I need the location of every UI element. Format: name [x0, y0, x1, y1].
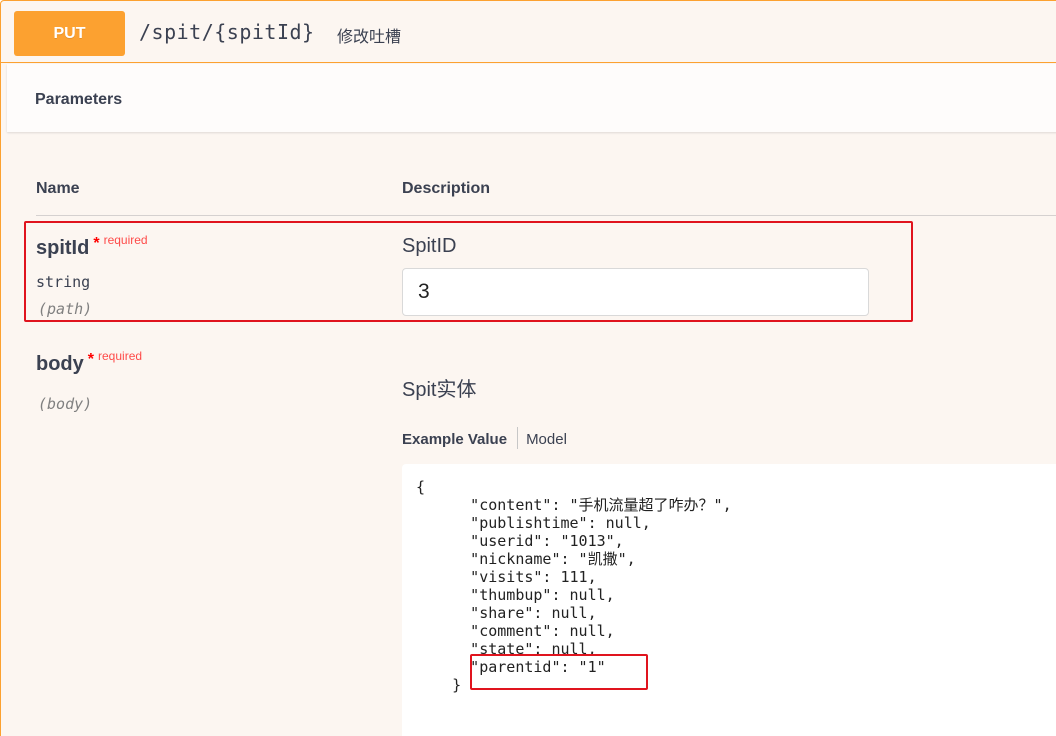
required-star: *: [87, 351, 95, 368]
column-header-name: Name: [36, 180, 80, 197]
put-operation-block: PUT /spit/{spitId} 修改吐槽 Parameters Name …: [0, 0, 1056, 736]
tab-separator: [517, 427, 519, 449]
example-json-line: "thumbup": null,: [416, 586, 615, 604]
param-name-text: body: [36, 353, 84, 375]
operation-summary-text: 修改吐槽: [337, 27, 402, 46]
example-json-line: {: [416, 478, 426, 496]
body-tabs: Example Value Model: [402, 427, 567, 449]
tab-model[interactable]: Model: [526, 431, 567, 448]
example-json-line: "content": "手机流量超了咋办？",: [416, 496, 732, 514]
param-in-body: (body): [38, 395, 93, 413]
param-name-body: body * required: [36, 349, 142, 376]
example-value-box[interactable]: { "content": "手机流量超了咋办？", "publishtime":…: [402, 464, 1056, 736]
header-divider: [36, 215, 1056, 216]
highlight-box-spitid: [24, 221, 913, 322]
example-json-line: "comment": null,: [416, 622, 615, 640]
example-json-line: "visits": 111,: [416, 568, 597, 586]
example-json-line: "userid": "1013",: [416, 532, 624, 550]
example-json-line: "nickname": "凯撒",: [416, 550, 636, 568]
endpoint-path: /spit/{spitId}: [139, 20, 315, 44]
highlight-box-parentid: [470, 654, 648, 690]
parameters-section-header: Parameters: [7, 64, 1056, 132]
column-header-description: Description: [402, 180, 491, 197]
parameters-title: Parameters: [35, 91, 123, 108]
operation-summary[interactable]: PUT /spit/{spitId} 修改吐槽: [1, 1, 1056, 63]
param-description-body: Spit实体: [402, 379, 477, 401]
required-label: required: [98, 349, 143, 363]
http-method-badge: PUT: [14, 11, 125, 56]
tab-example-value[interactable]: Example Value: [402, 431, 507, 448]
example-json-line: "share": null,: [416, 604, 597, 622]
example-json-line: "publishtime": null,: [416, 514, 651, 532]
